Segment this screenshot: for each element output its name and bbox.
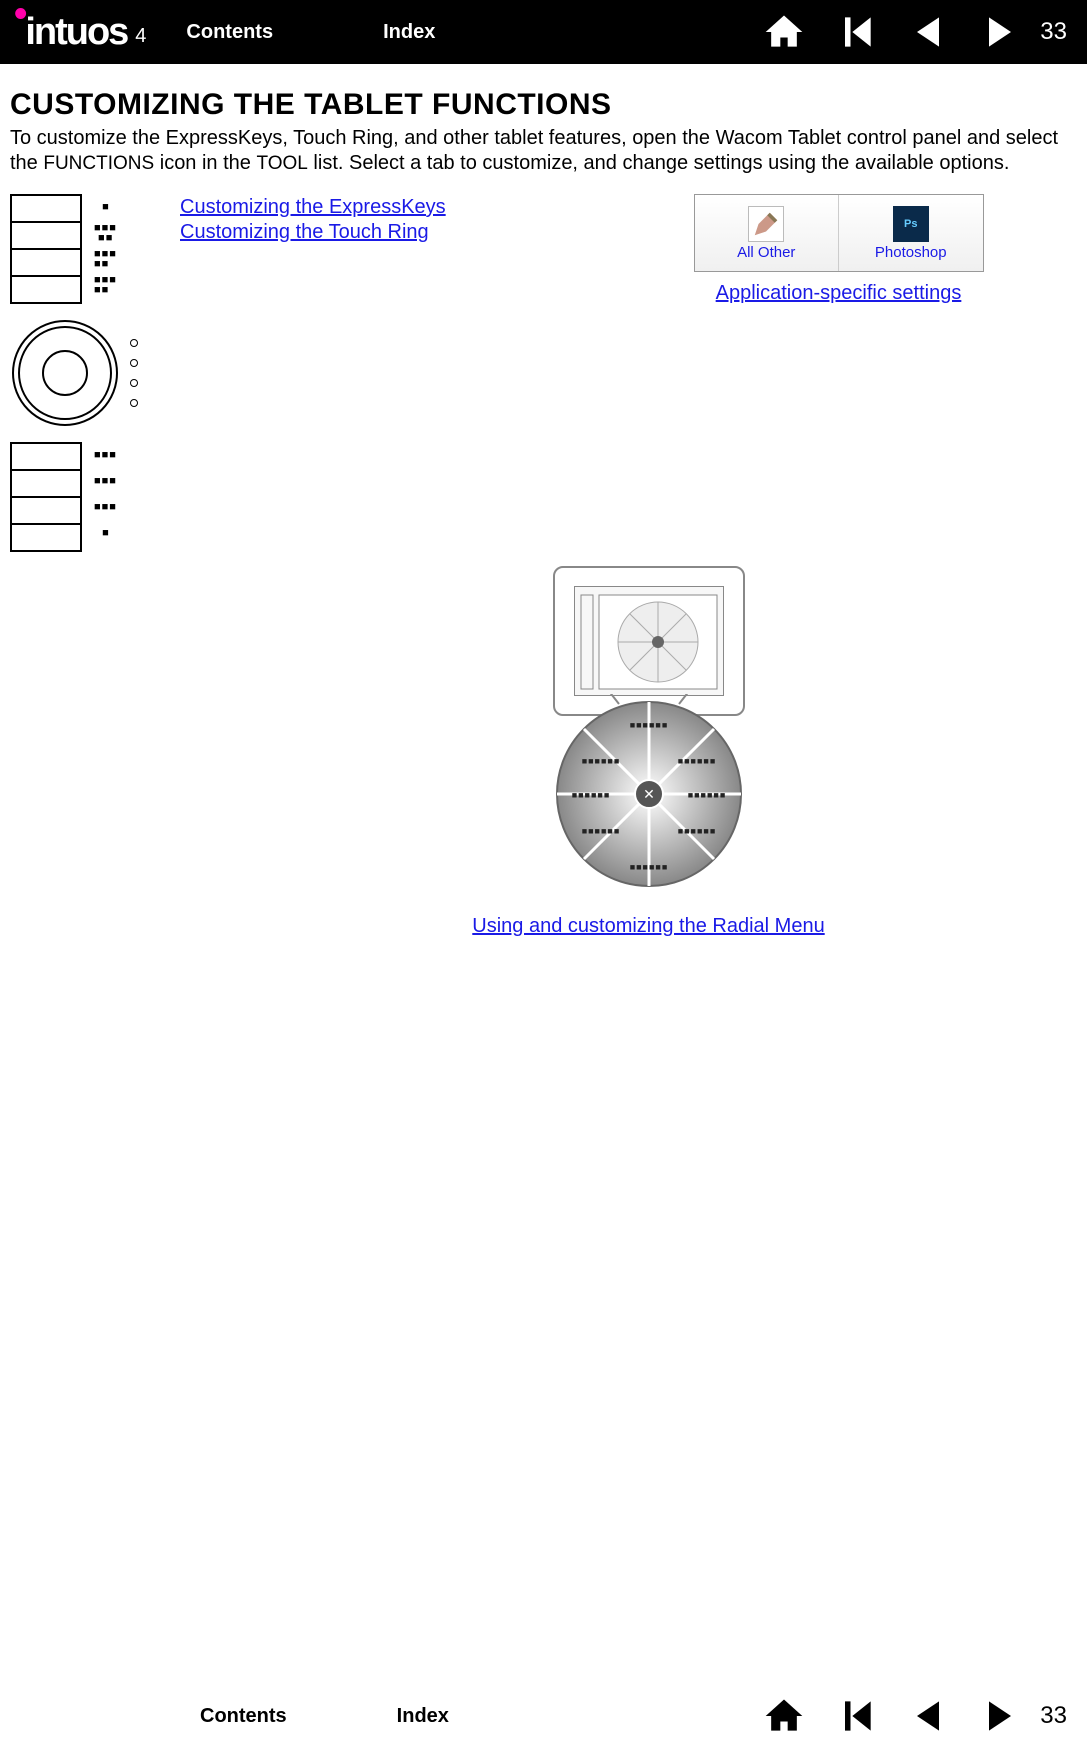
touch-ring-icon bbox=[10, 318, 120, 428]
svg-text:■■■■■■: ■■■■■■ bbox=[629, 862, 668, 872]
home-icon[interactable] bbox=[762, 1694, 806, 1738]
app-all-other-label: All Other bbox=[737, 244, 795, 261]
contents-link-bottom[interactable]: Contents bbox=[200, 1705, 287, 1728]
app-settings-link[interactable]: Application-specific settings bbox=[716, 282, 962, 304]
expresskeys-link[interactable]: Customizing the ExpressKeys bbox=[180, 196, 600, 219]
page-content: CUSTOMIZING THE TABLET FUNCTIONS To cust… bbox=[0, 64, 1087, 948]
radial-menu-link[interactable]: Using and customizing the Radial Menu bbox=[472, 915, 824, 938]
pencil-icon bbox=[748, 206, 784, 242]
first-page-icon[interactable] bbox=[834, 1694, 878, 1738]
touch-ring-led-icons bbox=[130, 339, 138, 407]
next-page-icon[interactable] bbox=[978, 1694, 1022, 1738]
customize-links: Customizing the ExpressKeys Customizing … bbox=[180, 194, 600, 566]
expresskey-left-block-top bbox=[10, 194, 82, 304]
svg-text:■■■■■■: ■■■■■■ bbox=[629, 720, 668, 730]
svg-text:■■■■■■: ■■■■■■ bbox=[687, 790, 726, 800]
brand-name: intuos bbox=[25, 11, 127, 54]
index-link-bottom[interactable]: Index bbox=[397, 1705, 449, 1728]
next-page-icon[interactable] bbox=[978, 10, 1022, 54]
expresskey-dots-top: ■■■■ ■■■■■■■■■■■■ bbox=[94, 194, 117, 298]
home-icon[interactable] bbox=[762, 10, 806, 54]
contents-link[interactable]: Contents bbox=[186, 21, 273, 44]
index-link[interactable]: Index bbox=[383, 21, 435, 44]
bottom-nav-links: Contents Index bbox=[200, 1705, 449, 1728]
svg-text:■■■■■■: ■■■■■■ bbox=[677, 756, 716, 766]
bottom-toolbar: Contents Index 33 bbox=[0, 1688, 1087, 1744]
app-photoshop-label: Photoshop bbox=[875, 244, 947, 261]
touchring-link[interactable]: Customizing the Touch Ring bbox=[180, 221, 600, 244]
brand-logo: • intuos 4 bbox=[12, 11, 146, 54]
expresskey-dots-bottom: ■■■■■■■■■ ■ bbox=[94, 442, 117, 546]
bottom-nav-icons bbox=[762, 1694, 1022, 1738]
radial-menu-diagram: ✕ ■■■■■■ ■■■■■■ ■■■■■■ ■■■■■■ ■■■■■■ ■■■… bbox=[340, 566, 1077, 938]
intro-paragraph: To customize the ExpressKeys, Touch Ring… bbox=[10, 126, 1070, 176]
top-nav-icons bbox=[762, 10, 1022, 54]
page-title: CUSTOMIZING THE TABLET FUNCTIONS bbox=[10, 88, 1077, 122]
radial-menu-icon: ✕ ■■■■■■ ■■■■■■ ■■■■■■ ■■■■■■ ■■■■■■ ■■■… bbox=[549, 694, 749, 894]
page-number-top: 33 bbox=[1040, 18, 1067, 46]
svg-text:■■■■■■: ■■■■■■ bbox=[571, 790, 610, 800]
page-number-bottom: 33 bbox=[1040, 1702, 1067, 1730]
app-photoshop[interactable]: Ps Photoshop bbox=[839, 195, 983, 271]
expresskey-left-block-bottom bbox=[10, 442, 82, 552]
photoshop-icon: Ps bbox=[893, 206, 929, 242]
app-all-other[interactable]: All Other bbox=[695, 195, 840, 271]
first-page-icon[interactable] bbox=[834, 10, 878, 54]
prev-page-icon[interactable] bbox=[906, 1694, 950, 1738]
application-selector: All Other Ps Photoshop bbox=[694, 194, 984, 272]
svg-text:■■■■■■: ■■■■■■ bbox=[581, 826, 620, 836]
svg-text:✕: ✕ bbox=[643, 786, 655, 802]
expresskey-diagrams: ■■■■ ■■■■■■■■■■■■ ■■■■■■■■■ ■ bbox=[10, 194, 180, 566]
top-toolbar: • intuos 4 Contents Index 33 bbox=[0, 0, 1087, 64]
svg-text:■■■■■■: ■■■■■■ bbox=[677, 826, 716, 836]
svg-text:■■■■■■: ■■■■■■ bbox=[581, 756, 620, 766]
prev-page-icon[interactable] bbox=[906, 10, 950, 54]
top-nav-links: Contents Index bbox=[186, 21, 435, 44]
brand-sub: 4 bbox=[135, 25, 146, 48]
